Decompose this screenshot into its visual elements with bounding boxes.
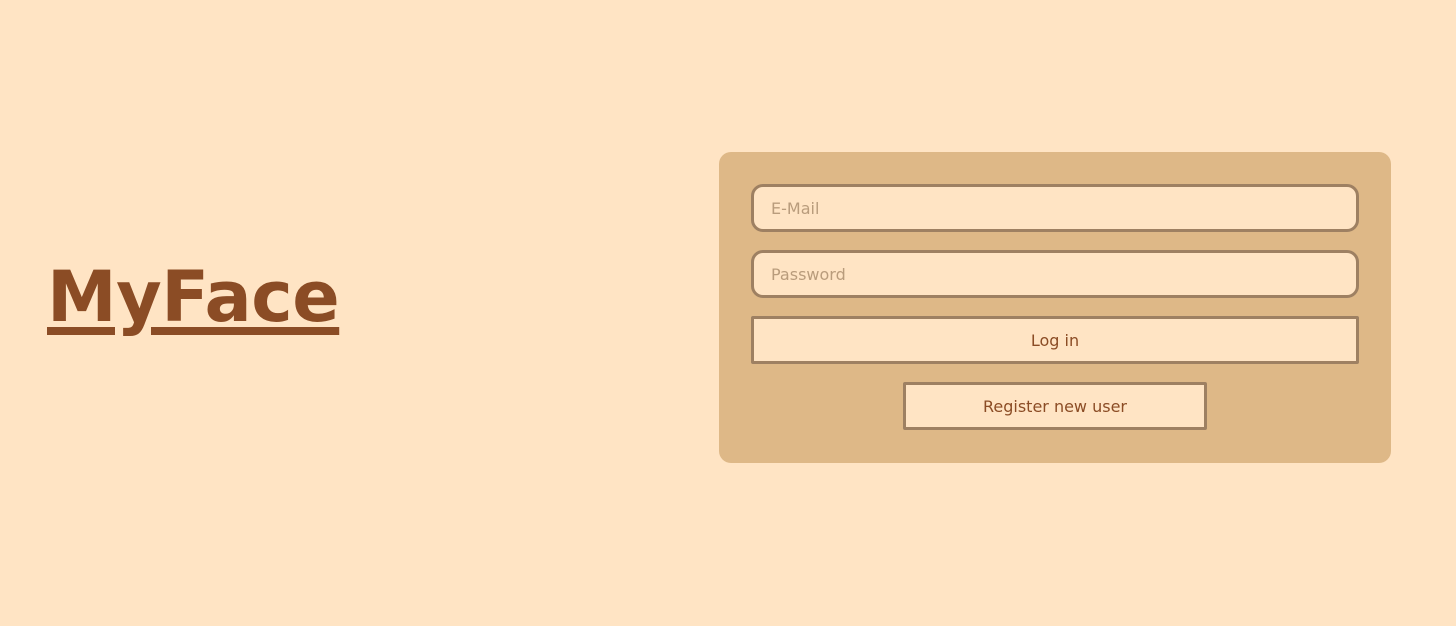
login-form: Log in Register new user: [719, 152, 1391, 463]
brand-logo-link[interactable]: MyFace: [47, 262, 340, 332]
email-input[interactable]: [751, 184, 1359, 232]
register-button[interactable]: Register new user: [903, 382, 1207, 430]
password-input[interactable]: [751, 250, 1359, 298]
login-button[interactable]: Log in: [751, 316, 1359, 364]
